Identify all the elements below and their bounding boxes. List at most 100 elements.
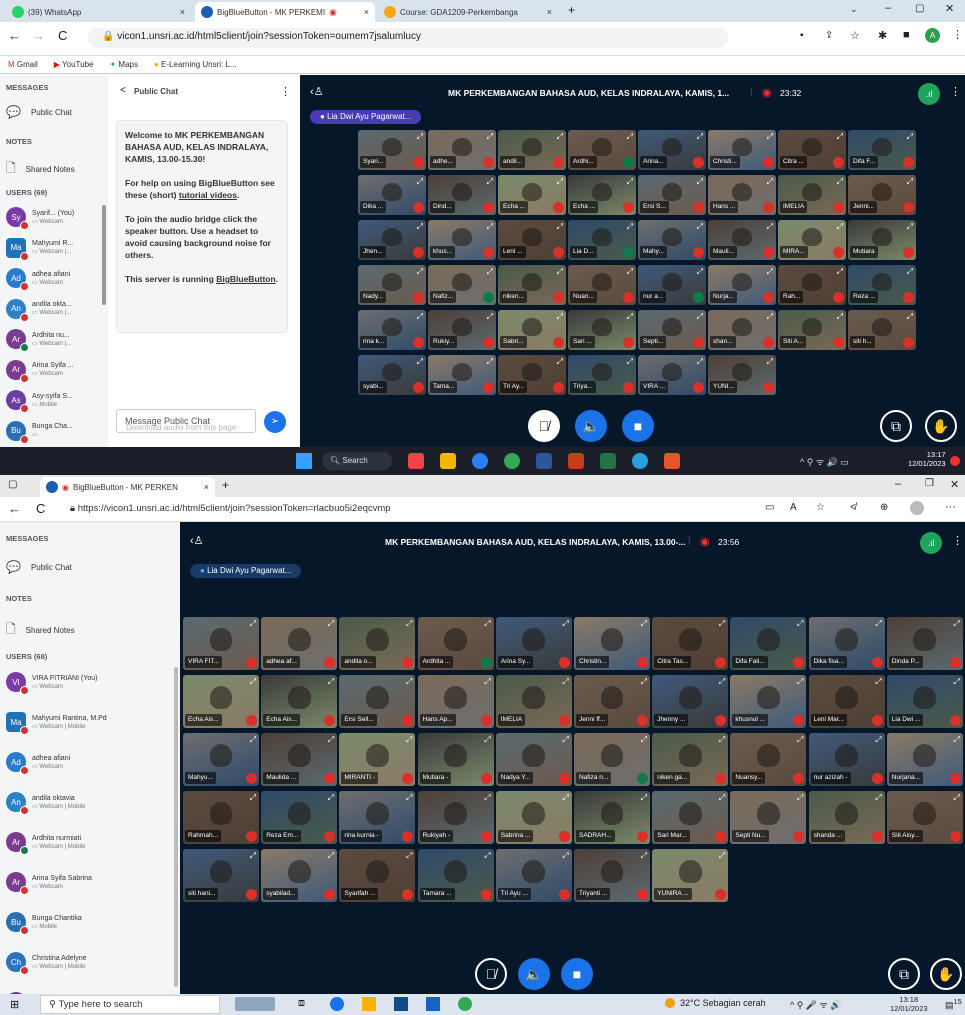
expand-icon[interactable]: ⤢ <box>328 851 334 861</box>
video-tile[interactable]: ⤢ Mauli... <box>708 220 776 260</box>
expand-icon[interactable]: ⤢ <box>406 677 412 687</box>
video-tile[interactable]: ⤢ Tamara ... <box>417 849 494 902</box>
expand-icon[interactable]: ⤢ <box>837 267 843 277</box>
video-tile[interactable]: ⤢ Jhenny ... <box>652 675 729 728</box>
users-toggle-icon[interactable]: ‹♙ <box>190 534 204 547</box>
expand-icon[interactable]: ⤢ <box>557 312 563 322</box>
expand-icon[interactable]: ⤢ <box>797 735 803 745</box>
video-tile[interactable]: ⤢ VIRA ... <box>638 355 706 395</box>
video-tile[interactable]: ⤢ adhea af... <box>261 617 338 670</box>
video-tile[interactable]: ⤢ Reza ... <box>848 265 916 305</box>
video-tile[interactable]: ⤢ Nafiza n... <box>574 733 650 786</box>
video-tile[interactable]: ⤢ khusnul ... <box>730 675 807 728</box>
expand-icon[interactable]: ⤢ <box>250 619 256 629</box>
presenter-badge[interactable]: ● Lia Dwi Ayu Pagarwat... <box>190 564 302 578</box>
bookmark-maps[interactable]: ✦ Maps <box>109 60 138 69</box>
collections-icon[interactable]: ⊕ <box>880 502 888 513</box>
expand-icon[interactable]: ⤢ <box>719 793 725 803</box>
app-icon[interactable] <box>472 453 488 469</box>
expand-icon[interactable]: ⤢ <box>328 677 334 687</box>
expand-icon[interactable]: ⤢ <box>767 222 773 232</box>
share-icon[interactable]: ⇪ <box>825 30 833 41</box>
video-tile[interactable]: ⤢ Lia Dwi ... <box>886 675 963 728</box>
expand-icon[interactable]: ⤢ <box>837 312 843 322</box>
expand-icon[interactable]: ⤢ <box>719 735 725 745</box>
video-tile[interactable]: ⤢ Echa ... <box>568 175 636 215</box>
audio-button[interactable]: 🔈 <box>518 958 550 990</box>
connection-status-icon[interactable]: .ıl <box>920 532 942 554</box>
expand-icon[interactable]: ⤢ <box>641 677 647 687</box>
video-tile[interactable]: ⤢ Nuan... <box>568 265 636 305</box>
expand-icon[interactable]: ⤢ <box>907 177 913 187</box>
video-tile[interactable]: ⤢ Reza Em... <box>261 791 338 844</box>
camera-icon[interactable]: ▪ <box>800 30 804 41</box>
chrome-icon[interactable] <box>504 453 520 469</box>
expand-icon[interactable]: ⤢ <box>837 132 843 142</box>
video-tile[interactable]: ⤢ Triya... <box>568 355 636 395</box>
user-list-item[interactable]: Ch Christina Adelyne ▭ Webcam | Mobile <box>6 952 171 975</box>
video-tile[interactable]: ⤢ andil... <box>498 130 566 170</box>
expand-icon[interactable]: ⤢ <box>767 357 773 367</box>
tab-bigbluebutton[interactable]: ◉ BigBlueButton - MK PERKEN × <box>40 477 215 497</box>
expand-icon[interactable]: ⤢ <box>562 677 568 687</box>
video-tile[interactable]: ⤢ Jenni... <box>848 175 916 215</box>
menu-icon[interactable]: ··· <box>945 501 956 513</box>
video-tile[interactable]: ⤢ Nadya Y... <box>495 733 572 786</box>
video-tile[interactable]: ⤢ Echa Ais... <box>261 675 338 728</box>
video-tile[interactable]: ⤢ Dika fisa... <box>808 617 885 670</box>
users-toggle-icon[interactable]: ‹♙ <box>310 85 324 98</box>
star-icon[interactable]: ☆ <box>850 29 860 42</box>
video-tile[interactable]: ⤢ shanda ... <box>808 791 885 844</box>
clock[interactable]: 13:17 12/01/2023 <box>908 450 946 468</box>
expand-icon[interactable]: ⤢ <box>487 132 493 142</box>
file-explorer-icon[interactable] <box>362 997 376 1011</box>
video-tile[interactable]: ⤢ Citra Tas... <box>652 617 729 670</box>
video-tile[interactable]: ⤢ MIRANTI - <box>339 733 416 786</box>
connection-status-icon[interactable]: .ıl <box>918 83 940 105</box>
menu-icon[interactable]: ⋮ <box>952 28 963 41</box>
back-icon[interactable]: < <box>120 85 126 96</box>
expand-icon[interactable]: ⤢ <box>484 677 490 687</box>
tab-course[interactable]: Course: GDA1209-Perkembanga × <box>378 2 558 22</box>
video-tile[interactable]: ⤢ Echa ... <box>498 175 566 215</box>
expand-icon[interactable]: ⤢ <box>627 312 633 322</box>
video-tile[interactable]: ⤢ VIRA FIT... <box>183 617 259 670</box>
expand-icon[interactable]: ⤢ <box>875 735 881 745</box>
video-tile[interactable]: ⤢ Leni Mar... <box>808 675 885 728</box>
expand-icon[interactable]: ⤢ <box>875 793 881 803</box>
user-list-item[interactable]: VI VIRA FITRIANI (You) ▭ Webcam <box>6 672 171 695</box>
expand-icon[interactable]: ⤢ <box>837 222 843 232</box>
video-tile[interactable]: ⤢ syabilad... <box>261 849 338 902</box>
video-tile[interactable]: ⤢ Syarifah ... <box>339 849 416 902</box>
expand-icon[interactable]: ⤢ <box>484 793 490 803</box>
expand-icon[interactable]: ⤢ <box>697 222 703 232</box>
user-list-item[interactable]: Bu Bunga Chantika ▭ Mobile <box>6 912 171 935</box>
expand-icon[interactable]: ⤢ <box>487 222 493 232</box>
task-view-icon[interactable]: ⧈ <box>298 997 305 1010</box>
expand-icon[interactable]: ⤢ <box>417 267 423 277</box>
minimize-icon[interactable]: – <box>895 478 901 490</box>
expand-icon[interactable]: ⤢ <box>627 222 633 232</box>
recording-icon[interactable]: ◉ <box>762 86 772 99</box>
video-tile[interactable]: ⤢ Dind... <box>428 175 496 215</box>
video-tile[interactable]: ⤢ Mahyu... <box>183 733 259 786</box>
video-tile[interactable]: ⤢ adhe... <box>428 130 496 170</box>
tray-icons[interactable]: ^ ⚲ ᯤ 🔊 ▭ <box>800 455 849 468</box>
minimize-icon[interactable]: – <box>885 2 891 14</box>
expand-icon[interactable]: ⤢ <box>697 267 703 277</box>
maximize-icon[interactable]: ▢ <box>915 3 924 14</box>
video-tile[interactable]: ⤢ Sari ... <box>568 310 636 350</box>
expand-icon[interactable]: ⤢ <box>557 357 563 367</box>
expand-icon[interactable]: ⤢ <box>557 267 563 277</box>
expand-icon[interactable]: ⤢ <box>484 735 490 745</box>
expand-icon[interactable]: ⤢ <box>627 177 633 187</box>
restore-icon[interactable]: ❐ <box>925 478 934 489</box>
video-tile[interactable]: ⤢ Jenni ff... <box>574 675 650 728</box>
close-window-icon[interactable]: ✕ <box>950 478 959 491</box>
audio-button[interactable]: 🔈 <box>575 410 607 442</box>
tray-icons[interactable]: ^ ⚲ 🎤 ᯤ 🔊 <box>790 998 841 1011</box>
profile-icon[interactable] <box>910 501 924 515</box>
bookmark-elearning[interactable]: ● E-Learning Unsri: L... <box>154 60 237 69</box>
expand-icon[interactable]: ⤢ <box>767 312 773 322</box>
mute-button[interactable]: 🎙̸ <box>475 958 507 990</box>
